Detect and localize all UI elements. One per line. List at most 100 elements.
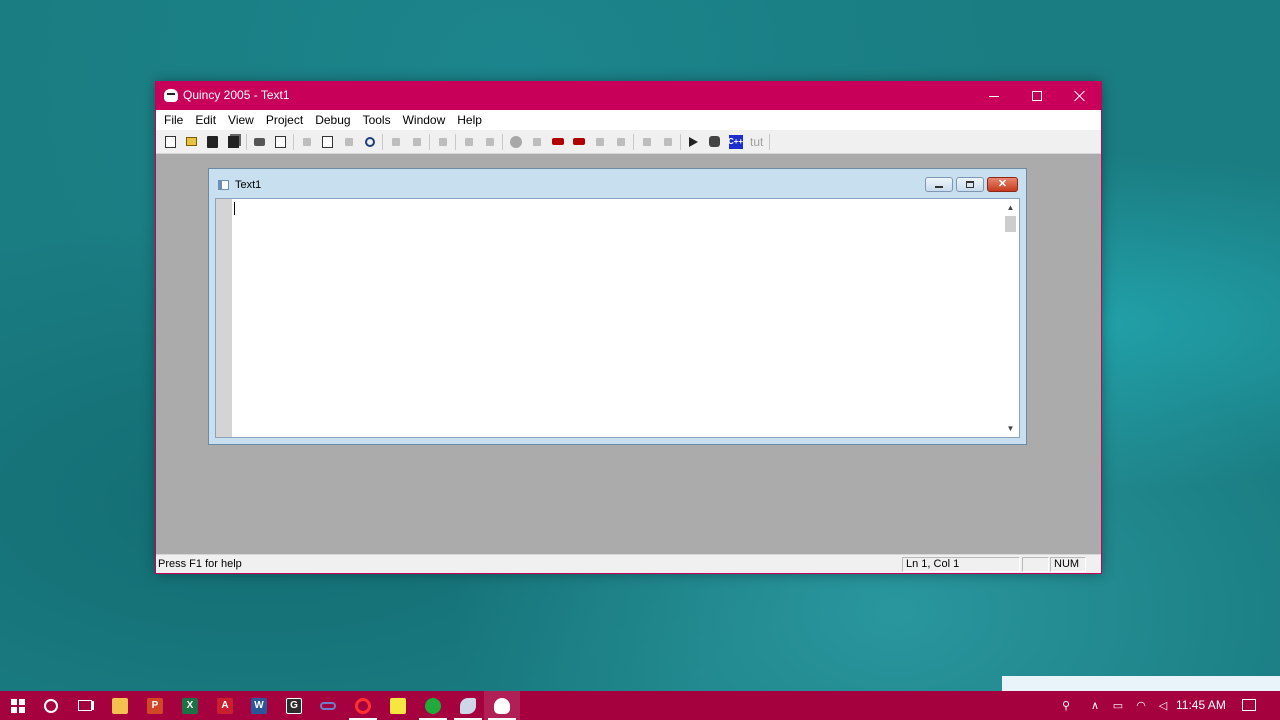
open-button[interactable] (181, 133, 202, 151)
redo-button[interactable] (406, 133, 427, 151)
minimize-icon (935, 185, 943, 188)
task-view-icon (78, 700, 92, 711)
minimize-button[interactable] (972, 82, 1015, 110)
document-minimize-button[interactable] (925, 177, 953, 192)
excel-icon: X (182, 697, 198, 714)
battery-icon[interactable]: ▭ (1111, 699, 1125, 712)
indent-button[interactable] (458, 133, 479, 151)
build-button[interactable] (683, 133, 704, 151)
hand-button[interactable] (657, 133, 678, 151)
print-preview-button[interactable] (270, 133, 291, 151)
wifi-icon[interactable]: ◠ (1134, 699, 1148, 712)
minimize-icon (988, 95, 999, 97)
menu-file[interactable]: File (158, 110, 189, 130)
cut-button[interactable] (296, 133, 317, 151)
taskbar-word[interactable]: W (241, 691, 277, 720)
document-restore-button[interactable] (956, 177, 984, 192)
task-view-button[interactable] (67, 691, 103, 720)
save-all-icon (228, 135, 239, 148)
menu-edit[interactable]: Edit (189, 110, 222, 130)
taskbar: P X A W G ⚲ ∧ ▭ ◠ ◁ 11:45 AM (0, 691, 1280, 720)
taskbar-green-app[interactable] (415, 691, 451, 720)
start-button[interactable] (0, 691, 36, 720)
menu-bar: File Edit View Project Debug Tools Windo… (156, 110, 1101, 130)
taskbar-fish-app[interactable] (450, 691, 486, 720)
save-button[interactable] (202, 133, 223, 151)
close-button[interactable] (1058, 82, 1101, 110)
scroll-thumb[interactable] (1005, 216, 1016, 232)
taskbar-acrobat[interactable]: A (207, 691, 243, 720)
taskbar-g-app[interactable]: G (276, 691, 312, 720)
save-icon (207, 135, 218, 148)
taskbar-opera[interactable] (345, 691, 381, 720)
cortana-button[interactable] (33, 691, 69, 720)
menu-help[interactable]: Help (451, 110, 488, 130)
document-close-button[interactable]: ✕ (987, 177, 1018, 192)
print-preview-icon (275, 135, 286, 148)
breakpoint-button[interactable] (505, 133, 526, 151)
step-button[interactable] (526, 133, 547, 151)
text-caret (234, 202, 235, 215)
compile-button[interactable] (479, 133, 500, 151)
tut-button[interactable]: tut (746, 135, 767, 149)
vertical-scrollbar[interactable]: ▲ ▼ (1002, 199, 1019, 437)
paste-button[interactable] (338, 133, 359, 151)
taskbar-clock[interactable]: 11:45 AM (1176, 698, 1226, 712)
toolbar-separator (502, 133, 503, 150)
notification-icon[interactable] (1242, 699, 1256, 711)
menu-view[interactable]: View (222, 110, 260, 130)
step-over-button[interactable] (589, 133, 610, 151)
taskbar-file-explorer[interactable] (102, 691, 138, 720)
debug-run-icon (572, 138, 585, 145)
tutorial-button[interactable] (704, 133, 725, 151)
taskbar-quincy[interactable] (484, 691, 520, 720)
code-editor[interactable]: ▲ ▼ (215, 198, 1020, 438)
quincy-app-icon[interactable] (164, 89, 178, 102)
document-icon[interactable] (218, 180, 229, 190)
menu-tools[interactable]: Tools (357, 110, 397, 130)
scroll-down-icon[interactable]: ▼ (1002, 420, 1019, 437)
run-button[interactable] (547, 133, 568, 151)
save-all-button[interactable] (223, 133, 244, 151)
toolbar-separator (680, 133, 681, 150)
people-icon[interactable]: ⚲ (1059, 699, 1073, 712)
step-out-icon (616, 137, 625, 146)
status-help-text: Press F1 for help (158, 558, 242, 570)
undo-icon (391, 137, 400, 146)
watch-button[interactable] (636, 133, 657, 151)
powerpoint-icon: P (147, 697, 163, 714)
find-button[interactable] (359, 133, 380, 151)
select-button[interactable] (432, 133, 453, 151)
opera-icon (355, 697, 371, 714)
taskbar-sticky-notes[interactable] (380, 691, 416, 720)
toolbar: C++ tut (156, 130, 1101, 154)
volume-muted-icon[interactable]: ◁ (1156, 699, 1170, 712)
copy-button[interactable] (317, 133, 338, 151)
restore-icon (966, 181, 974, 188)
undo-button[interactable] (385, 133, 406, 151)
step-out-button[interactable] (610, 133, 631, 151)
menu-window[interactable]: Window (397, 110, 452, 130)
cpp-icon: C++ (728, 134, 743, 149)
scroll-up-icon[interactable]: ▲ (1002, 199, 1019, 216)
cpp-button[interactable]: C++ (725, 133, 746, 151)
document-title: Text1 (235, 179, 262, 191)
find-icon (364, 136, 375, 147)
new-button[interactable] (160, 133, 181, 151)
window-title: Quincy 2005 - Text1 (183, 88, 290, 102)
maximize-button[interactable] (1015, 82, 1058, 110)
debug-run-button[interactable] (568, 133, 589, 151)
menu-debug[interactable]: Debug (309, 110, 356, 130)
taskbar-excel[interactable]: X (172, 691, 208, 720)
copy-icon (322, 135, 333, 148)
select-icon (438, 137, 447, 146)
step-over-icon (595, 137, 604, 146)
line-gutter (216, 199, 232, 437)
menu-project[interactable]: Project (260, 110, 309, 130)
title-bar[interactable]: Quincy 2005 - Text1 (156, 82, 1101, 110)
toolbar-separator (246, 133, 247, 150)
chevron-up-icon[interactable]: ∧ (1088, 699, 1102, 712)
print-button[interactable] (249, 133, 270, 151)
taskbar-powerpoint[interactable]: P (137, 691, 173, 720)
taskbar-link-app[interactable] (310, 691, 346, 720)
